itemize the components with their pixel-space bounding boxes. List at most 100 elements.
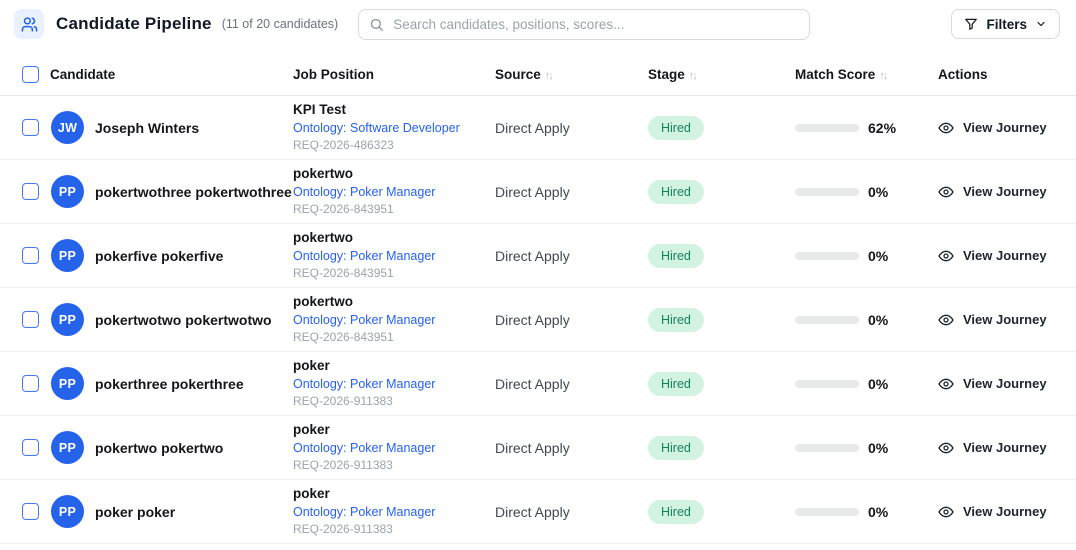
requisition-id: REQ-2026-911383 bbox=[293, 521, 495, 538]
column-header-stage[interactable]: Stage↑↓ bbox=[648, 67, 795, 82]
eye-icon bbox=[938, 504, 954, 520]
source-value: Direct Apply bbox=[495, 312, 648, 328]
job-title: pokertwo bbox=[293, 229, 495, 247]
row-checkbox[interactable] bbox=[22, 247, 39, 264]
row-checkbox[interactable] bbox=[22, 439, 39, 456]
view-journey-label: View Journey bbox=[963, 376, 1047, 391]
sort-icon: ↑↓ bbox=[545, 70, 552, 82]
job-title: poker bbox=[293, 485, 495, 503]
candidate-name: pokertwothree pokertwothree bbox=[95, 184, 292, 200]
filters-button[interactable]: Filters bbox=[951, 9, 1060, 39]
ontology-link[interactable]: Ontology: Poker Manager bbox=[293, 375, 435, 393]
view-journey-button[interactable]: View Journey bbox=[938, 376, 1047, 392]
view-journey-button[interactable]: View Journey bbox=[938, 248, 1047, 264]
table-row: PP pokertwothree pokertwothree pokertwo … bbox=[0, 160, 1076, 224]
requisition-id: REQ-2026-911383 bbox=[293, 457, 495, 474]
requisition-id: REQ-2026-843951 bbox=[293, 201, 495, 218]
match-score-cell: 0% bbox=[795, 376, 938, 392]
table-row: PP pokerfive pokerfive pokertwo Ontology… bbox=[0, 224, 1076, 288]
requisition-id: REQ-2026-486323 bbox=[293, 137, 495, 154]
candidate-name: Joseph Winters bbox=[95, 120, 199, 136]
view-journey-label: View Journey bbox=[963, 440, 1047, 455]
search-input[interactable] bbox=[358, 9, 810, 40]
avatar: PP bbox=[51, 431, 84, 464]
table-row: PP pokertwotwo pokertwotwo pokertwo Onto… bbox=[0, 288, 1076, 352]
view-journey-button[interactable]: View Journey bbox=[938, 120, 1047, 136]
source-value: Direct Apply bbox=[495, 440, 648, 456]
source-value: Direct Apply bbox=[495, 376, 648, 392]
view-journey-button[interactable]: View Journey bbox=[938, 312, 1047, 328]
view-journey-button[interactable]: View Journey bbox=[938, 440, 1047, 456]
match-score-bar bbox=[795, 444, 859, 452]
filters-label: Filters bbox=[986, 17, 1027, 32]
ontology-link[interactable]: Ontology: Poker Manager bbox=[293, 439, 435, 457]
match-score-cell: 0% bbox=[795, 312, 938, 328]
eye-icon bbox=[938, 120, 954, 136]
eye-icon bbox=[938, 376, 954, 392]
toolbar: Candidate Pipeline (11 of 20 candidates)… bbox=[0, 0, 1076, 44]
job-title: KPI Test bbox=[293, 101, 495, 119]
column-header-match-score[interactable]: Match Score↑↓ bbox=[795, 67, 938, 82]
match-score-cell: 0% bbox=[795, 440, 938, 456]
eye-icon bbox=[938, 248, 954, 264]
ontology-link[interactable]: Ontology: Poker Manager bbox=[293, 503, 435, 521]
match-score-value: 0% bbox=[868, 248, 888, 264]
ontology-link[interactable]: Ontology: Software Developer bbox=[293, 119, 460, 137]
candidate-name: pokerthree pokerthree bbox=[95, 376, 244, 392]
match-score-value: 0% bbox=[868, 312, 888, 328]
row-checkbox[interactable] bbox=[22, 311, 39, 328]
match-score-bar bbox=[795, 508, 859, 516]
candidate-count: (11 of 20 candidates) bbox=[222, 17, 339, 31]
job-title: pokertwo bbox=[293, 165, 495, 183]
match-score-bar bbox=[795, 380, 859, 388]
source-value: Direct Apply bbox=[495, 120, 648, 136]
page-title: Candidate Pipeline bbox=[56, 14, 212, 34]
row-checkbox[interactable] bbox=[22, 503, 39, 520]
sort-icon: ↑↓ bbox=[879, 70, 886, 82]
search-icon bbox=[369, 17, 384, 32]
requisition-id: REQ-2026-843951 bbox=[293, 329, 495, 346]
view-journey-label: View Journey bbox=[963, 184, 1047, 199]
match-score-cell: 0% bbox=[795, 248, 938, 264]
view-journey-label: View Journey bbox=[963, 312, 1047, 327]
candidate-name: pokertwotwo pokertwotwo bbox=[95, 312, 272, 328]
stage-badge: Hired bbox=[648, 180, 704, 204]
job-title: poker bbox=[293, 421, 495, 439]
view-journey-label: View Journey bbox=[963, 504, 1047, 519]
match-score-cell: 0% bbox=[795, 504, 938, 520]
source-value: Direct Apply bbox=[495, 248, 648, 264]
match-score-cell: 62% bbox=[795, 120, 938, 136]
eye-icon bbox=[938, 184, 954, 200]
eye-icon bbox=[938, 312, 954, 328]
stage-badge: Hired bbox=[648, 244, 704, 268]
stage-badge: Hired bbox=[648, 436, 704, 460]
avatar: JW bbox=[51, 111, 84, 144]
match-score-bar bbox=[795, 124, 859, 132]
column-header-source[interactable]: Source↑↓ bbox=[495, 67, 648, 82]
avatar: PP bbox=[51, 239, 84, 272]
ontology-link[interactable]: Ontology: Poker Manager bbox=[293, 183, 435, 201]
avatar: PP bbox=[51, 495, 84, 528]
job-title: poker bbox=[293, 357, 495, 375]
avatar: PP bbox=[51, 303, 84, 336]
view-journey-button[interactable]: View Journey bbox=[938, 184, 1047, 200]
row-checkbox[interactable] bbox=[22, 375, 39, 392]
ontology-link[interactable]: Ontology: Poker Manager bbox=[293, 311, 435, 329]
match-score-value: 0% bbox=[868, 184, 888, 200]
select-all-checkbox[interactable] bbox=[22, 66, 39, 83]
stage-badge: Hired bbox=[648, 308, 704, 332]
source-value: Direct Apply bbox=[495, 184, 648, 200]
search-box bbox=[358, 9, 810, 40]
avatar: PP bbox=[51, 367, 84, 400]
stage-badge: Hired bbox=[648, 500, 704, 524]
view-journey-button[interactable]: View Journey bbox=[938, 504, 1047, 520]
sort-icon: ↑↓ bbox=[689, 70, 696, 82]
avatar: PP bbox=[51, 175, 84, 208]
candidate-name: pokertwo pokertwo bbox=[95, 440, 223, 456]
ontology-link[interactable]: Ontology: Poker Manager bbox=[293, 247, 435, 265]
row-checkbox[interactable] bbox=[22, 119, 39, 136]
match-score-value: 0% bbox=[868, 504, 888, 520]
users-icon bbox=[21, 16, 38, 33]
row-checkbox[interactable] bbox=[22, 183, 39, 200]
match-score-cell: 0% bbox=[795, 184, 938, 200]
